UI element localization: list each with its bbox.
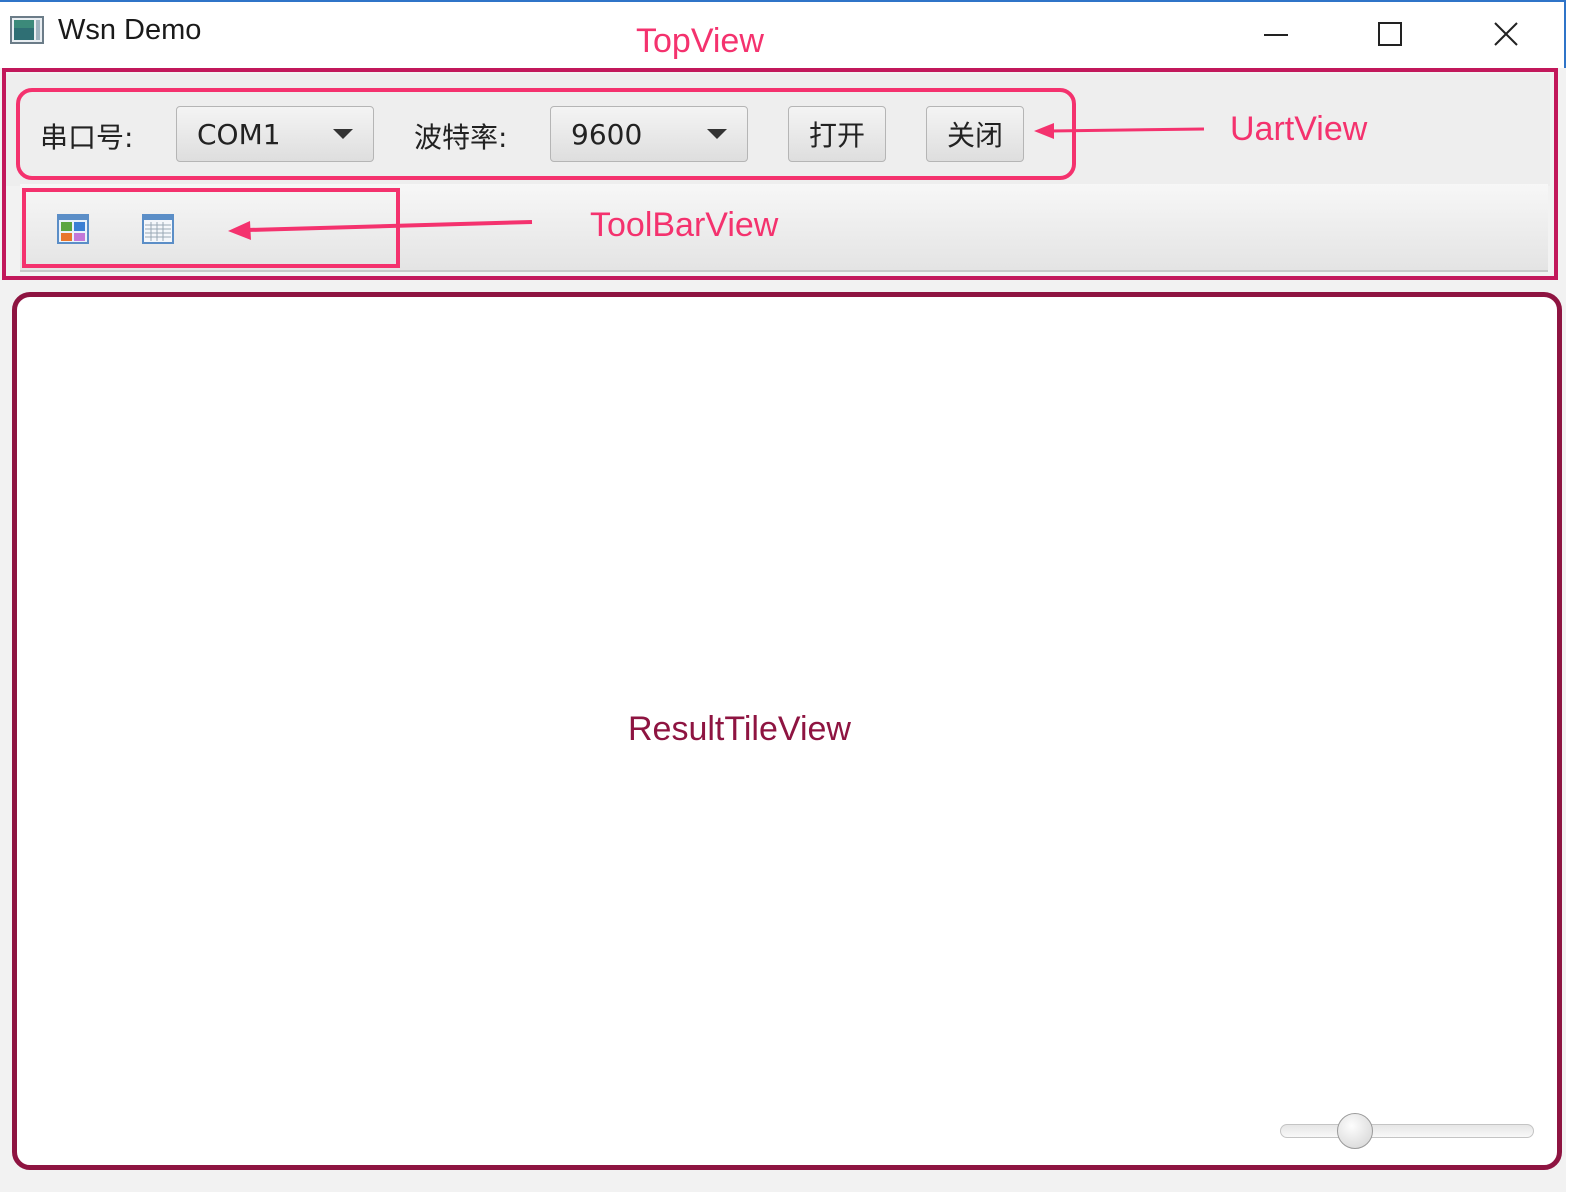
uartview-annotation-label: UartView: [1230, 110, 1368, 148]
arrow-to-toolbarview: [228, 220, 533, 240]
resulttileview-annotation-label: ResultTileView: [628, 710, 851, 748]
arrow-to-uartview: [1034, 123, 1205, 139]
annotation-arrows: [228, 123, 1205, 240]
topview-annotation-label: TopView: [636, 22, 764, 60]
toolbarview-annotation-label: ToolBarView: [590, 206, 779, 244]
